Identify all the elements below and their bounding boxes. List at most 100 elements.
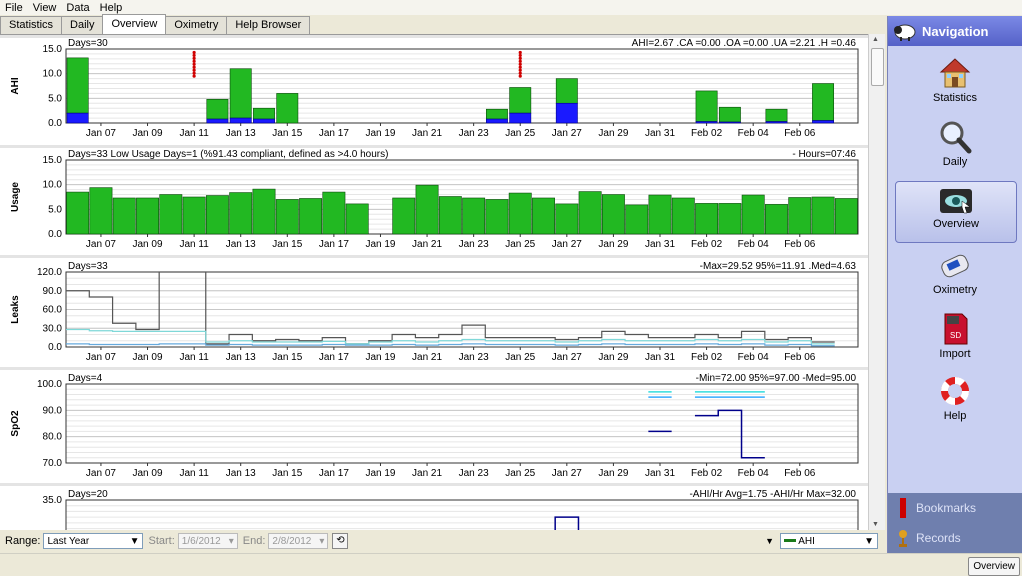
panel-separator (0, 483, 868, 486)
spo2-xtick-label: Jan 19 (365, 468, 395, 479)
spo2-header-left: Days=4 (68, 373, 103, 384)
ahi-ytick-label: 5.0 (48, 93, 62, 104)
graph-select[interactable]: AHI ▼ (780, 533, 878, 549)
leaks-xtick-label: Jan 13 (226, 352, 256, 363)
menu-file[interactable]: File (0, 2, 28, 14)
scroll-up-icon[interactable]: ▲ (872, 36, 879, 43)
tab-oximetry[interactable]: Oximetry (165, 16, 228, 34)
ahi-bar-h (555, 78, 578, 104)
spo2-plot-frame (65, 383, 859, 464)
ahi-bar-ua (66, 112, 89, 124)
reset-range-icon[interactable]: ⟲ (332, 533, 349, 549)
ahi-xtick-label: Jan 15 (272, 128, 302, 139)
usage-bar (648, 194, 672, 235)
lifebuoy-icon (940, 376, 970, 406)
nav-label-help: Help (943, 410, 967, 422)
spo2-ytick-label: 100.0 (37, 379, 62, 390)
spo2-xtick-label: Feb 06 (784, 468, 816, 479)
nav-link-bookmarks[interactable]: Bookmarks (888, 493, 1022, 523)
ahi-event-dot (192, 74, 196, 78)
scroll-thumb[interactable] (871, 48, 884, 86)
vertical-scrollbar[interactable]: ▲ ▼ (868, 34, 885, 530)
eye-graph-icon (940, 189, 972, 214)
usage-bar (205, 195, 229, 235)
panel-separator (0, 367, 868, 370)
range-select[interactable]: Last Year ▼ (43, 533, 144, 549)
ahi-bar-ua (229, 117, 252, 124)
leaks-header-right: -Max=29.52 95%=11.91 .Med=4.63 (700, 261, 857, 272)
usage-ytick-label: 0.0 (48, 229, 62, 240)
usage-xtick-label: Jan 21 (412, 239, 442, 250)
start-label: Start: (148, 535, 175, 547)
ahi-event-dot (192, 59, 196, 63)
ahi-event-dot (192, 62, 196, 66)
end-date-field[interactable]: 2/8/2012 ▾ (268, 533, 329, 549)
status-overview-button[interactable]: Overview (968, 557, 1020, 576)
chevron-down-icon: ▼ (864, 535, 874, 547)
usage-xtick-label: Jan 09 (133, 239, 163, 250)
leaks-xtick-label: Jan 25 (505, 352, 535, 363)
usage-xtick-label: Jan 13 (226, 239, 256, 250)
usage-bar (345, 203, 369, 235)
tab-daily[interactable]: Daily (61, 16, 104, 34)
ahi-event-dot (518, 59, 522, 63)
usage-xtick-label: Jan 15 (272, 239, 302, 250)
tab-statistics[interactable]: Statistics (0, 16, 63, 34)
ahi-header-left: Days=30 (68, 38, 108, 49)
ahi-bar-ua (509, 112, 532, 124)
usage-xtick-label: Jan 25 (505, 239, 535, 250)
spo2-ytick-label: 70.0 (43, 458, 63, 469)
graph-color-swatch (784, 539, 796, 543)
nav-item-oximetry[interactable]: Oximetry (888, 250, 1022, 296)
scroll-down-icon[interactable]: ▼ (872, 521, 879, 528)
leaks-ytick-label: 30.0 (43, 323, 63, 334)
usage-bar (182, 196, 206, 235)
ahi-bar-ua (695, 121, 718, 124)
menu-data[interactable]: Data (61, 2, 94, 14)
spo2-xtick-label: Feb 04 (738, 468, 770, 479)
ahi-ytick-label: 15.0 (43, 44, 63, 55)
leaks-line-95pct (66, 328, 835, 345)
usage-bar (322, 191, 346, 235)
ahi-bar-h (765, 108, 788, 122)
usage-bar (89, 187, 113, 235)
usage-xtick-label: Jan 07 (86, 239, 116, 250)
usage-xtick-label: Jan 29 (598, 239, 628, 250)
nav-item-help[interactable]: Help (888, 374, 1022, 422)
layout-dropdown-icon[interactable]: ▼ (765, 536, 774, 546)
usage-bar (415, 184, 439, 235)
house-icon (939, 58, 971, 88)
nav-link-records[interactable]: Records (888, 523, 1022, 553)
tab-bar: Statistics Daily Overview Oximetry Help … (0, 14, 311, 34)
ahi-xtick-label: Jan 11 (179, 128, 209, 139)
ahi-bar-h (485, 108, 508, 120)
ahi-event-dot (192, 68, 196, 72)
spo2-header-right: -Min=72.00 95%=97.00 -Med=95.00 (696, 373, 857, 384)
ahi-xtick-label: Jan 21 (412, 128, 442, 139)
ahi-bar-h (812, 83, 835, 121)
status-bar: Overview (0, 553, 1022, 576)
panel-separator (0, 255, 868, 258)
nav-item-overview[interactable]: Overview (895, 181, 1017, 243)
usage-bar (625, 204, 649, 235)
ahi-event-dot (192, 50, 196, 55)
usage-bar (66, 191, 90, 235)
tab-overview[interactable]: Overview (102, 14, 167, 34)
graph-select-value: AHI (798, 535, 815, 547)
usage-bar (275, 199, 299, 235)
leaks-xtick-label: Jan 17 (319, 352, 349, 363)
usage-xtick-label: Jan 31 (645, 239, 675, 250)
overview-graphs: Days=30 AHI=2.67 .CA =0.00 .OA =0.00 .UA … (0, 34, 868, 531)
nav-item-daily[interactable]: Daily (888, 120, 1022, 168)
spo2-xtick-label: Jan 25 (505, 468, 535, 479)
menu-view[interactable]: View (28, 2, 62, 14)
ahi-xtick-label: Feb 06 (784, 128, 816, 139)
tab-help-browser[interactable]: Help Browser (226, 16, 311, 34)
nav-item-statistics[interactable]: Statistics (888, 56, 1022, 104)
menu-help[interactable]: Help (95, 2, 128, 14)
usage-bar (555, 203, 579, 235)
ahi-xtick-label: Jan 27 (552, 128, 582, 139)
usage-xtick-label: Jan 11 (179, 239, 209, 250)
nav-item-import[interactable]: SD Import (888, 312, 1022, 360)
start-date-field[interactable]: 1/6/2012 ▾ (177, 533, 238, 549)
